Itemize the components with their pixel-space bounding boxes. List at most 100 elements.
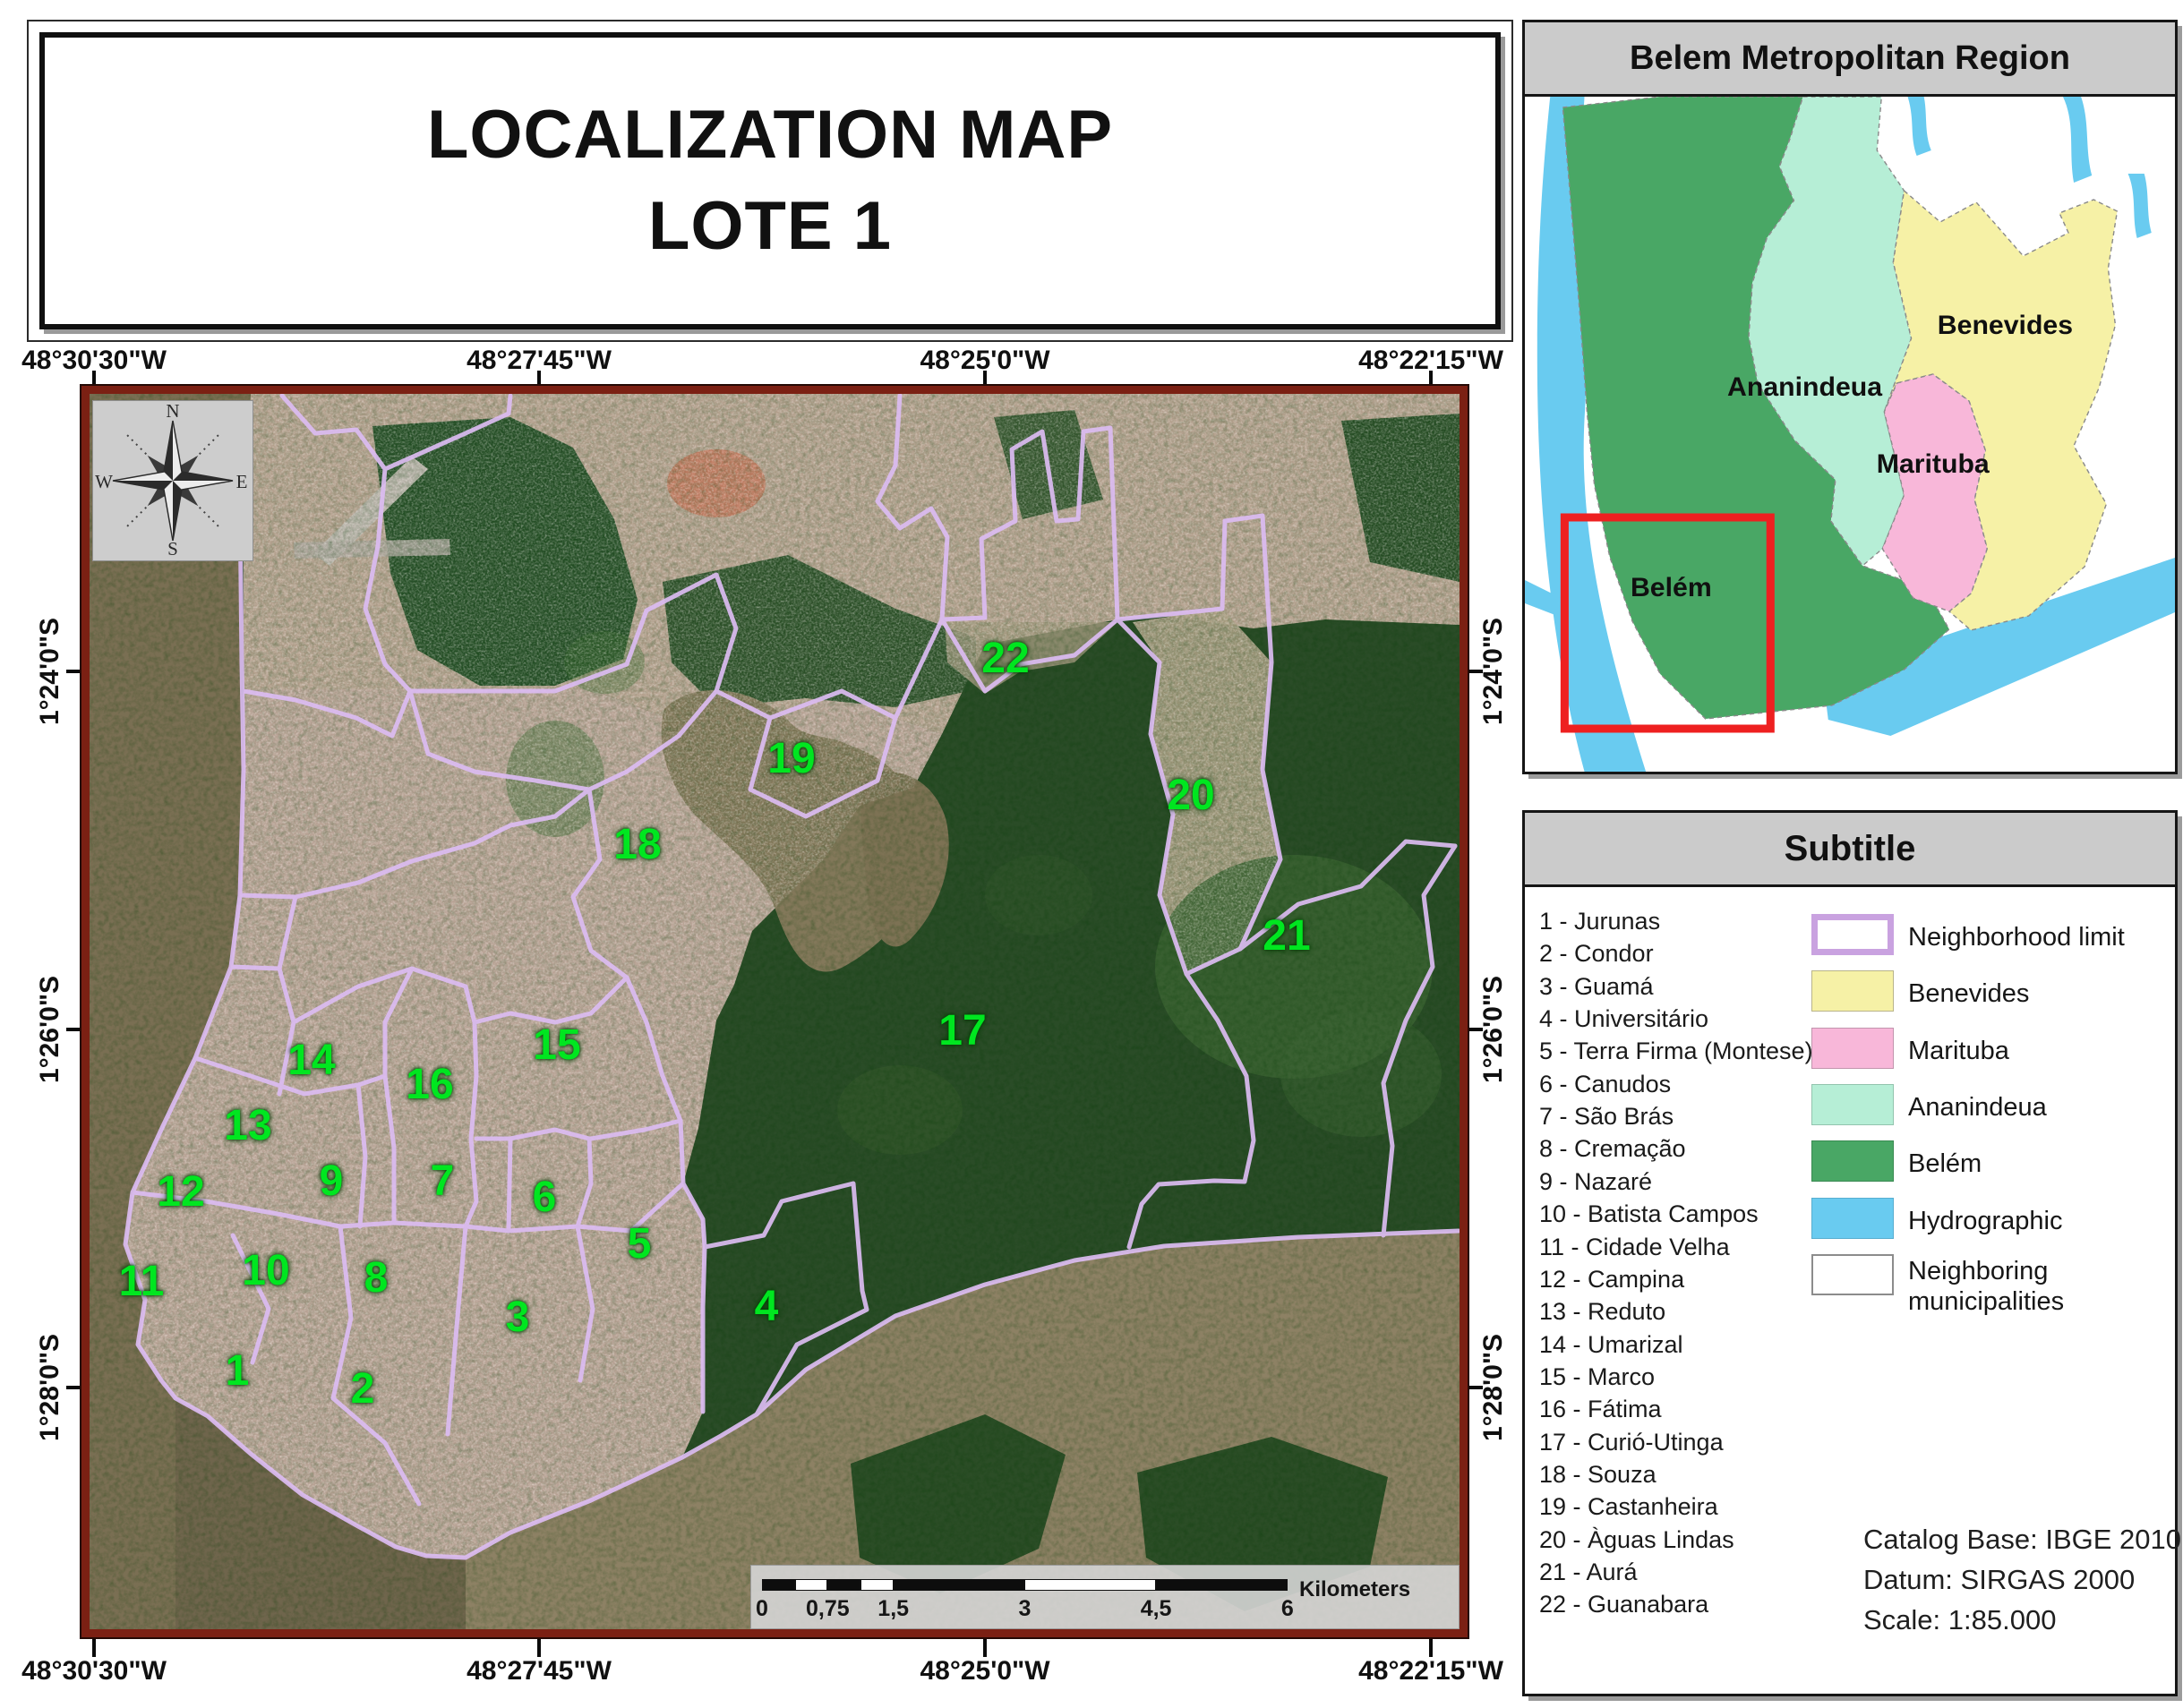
scalebar: 0 0,75 1,5 3 4,5 6 Kilometers bbox=[750, 1565, 1460, 1629]
compass-e-label: E bbox=[236, 471, 248, 492]
legend-item-label: Marituba bbox=[1908, 1036, 2170, 1066]
map-number: 16 bbox=[406, 1063, 453, 1106]
latitude-label-left: 1°24'0"S bbox=[37, 618, 64, 725]
scalebar-segment bbox=[1156, 1579, 1288, 1591]
subtitle-body: 1 - Jurunas2 - Condor3 - Guamá4 - Univer… bbox=[1525, 887, 2175, 1694]
subtitle-panel: Subtitle 1 - Jurunas2 - Condor3 - Guamá4… bbox=[1522, 810, 2178, 1696]
neighborhood-list-item: 7 - São Brás bbox=[1539, 1105, 1674, 1129]
legend-item-label: Neighborhood limit bbox=[1908, 922, 2170, 952]
map-number: 14 bbox=[287, 1039, 335, 1082]
compass-w-label: W bbox=[95, 471, 113, 492]
map-number: 5 bbox=[628, 1223, 652, 1266]
neighborhood-list-item: 11 - Cidade Velha bbox=[1539, 1235, 1730, 1260]
inset-region-label: Marituba bbox=[1877, 449, 1990, 479]
subtitle-header: Subtitle bbox=[1525, 813, 2175, 887]
neighborhood-list-item: 5 - Terra Firma (Montese) bbox=[1539, 1039, 1813, 1063]
inset-region-label: Benevides bbox=[1938, 311, 2073, 340]
terrain-noise-texture bbox=[90, 394, 1460, 1629]
satellite-map-frame bbox=[81, 386, 1468, 1637]
legend-item-label: Neighboring municipalities bbox=[1908, 1256, 2170, 1317]
longitude-label-bottom: 48°22'15"W bbox=[1358, 1658, 1503, 1685]
compass-box: N E S W bbox=[92, 400, 253, 561]
latitude-label-right: 1°28'0"S bbox=[1480, 1334, 1507, 1441]
datum-note: Datum: SIRGAS 2000 bbox=[1863, 1566, 2135, 1593]
neighborhood-list-item: 1 - Jurunas bbox=[1539, 910, 1660, 934]
map-number: 4 bbox=[755, 1285, 779, 1328]
map-number: 13 bbox=[224, 1105, 271, 1148]
map-title-inner-frame: LOCALIZATION MAP LOTE 1 bbox=[39, 32, 1501, 329]
latitude-tick bbox=[1465, 1028, 1483, 1031]
legend-item-label: Hydrographic bbox=[1908, 1206, 2170, 1236]
neighborhood-list-item: 17 - Curió-Utinga bbox=[1539, 1430, 1724, 1455]
map-number: 2 bbox=[351, 1368, 375, 1411]
compass-rose-icon: N E S W bbox=[93, 401, 253, 560]
inset-region-label: Ananindeua bbox=[1727, 372, 1882, 402]
inset-region-label: Belém bbox=[1631, 573, 1712, 602]
compass-n-label: N bbox=[166, 401, 179, 422]
scalebar-unit-label: Kilometers bbox=[1299, 1577, 1410, 1602]
latitude-label-left: 1°26'0"S bbox=[37, 976, 64, 1083]
legend-swatch bbox=[1811, 1140, 1894, 1182]
legend-swatch bbox=[1811, 1028, 1894, 1069]
neighborhood-list-item: 16 - Fátima bbox=[1539, 1397, 1662, 1422]
neighborhood-list-item: 20 - Àguas Lindas bbox=[1539, 1528, 1734, 1552]
scalebar-segment bbox=[860, 1579, 894, 1591]
legend-item-label: Ananindeua bbox=[1908, 1092, 2170, 1123]
neighborhood-list-item: 2 - Condor bbox=[1539, 942, 1654, 966]
scalebar-segment bbox=[795, 1579, 828, 1591]
neighborhood-list-item: 3 - Guamá bbox=[1539, 975, 1654, 999]
neighborhood-list-item: 14 - Umarizal bbox=[1539, 1333, 1683, 1357]
map-number: 12 bbox=[157, 1171, 204, 1214]
metropolitan-region-header: Belem Metropolitan Region bbox=[1525, 22, 2175, 97]
legend-item-label: Benevides bbox=[1908, 978, 2170, 1009]
longitude-tick bbox=[537, 1639, 541, 1657]
metro-inset-svg: Ananindeua Benevides Marituba Belém bbox=[1525, 97, 2175, 772]
compass-s-label: S bbox=[167, 538, 178, 559]
legend-swatch bbox=[1811, 914, 1894, 955]
latitude-label-left: 1°28'0"S bbox=[37, 1334, 64, 1441]
scalebar-segment bbox=[827, 1579, 860, 1591]
metropolitan-region-map: Ananindeua Benevides Marituba Belém bbox=[1525, 97, 2175, 772]
legend-swatch bbox=[1811, 1084, 1894, 1125]
page-title: LOCALIZATION MAP bbox=[427, 101, 1113, 169]
neighborhood-list-item: 19 - Castanheira bbox=[1539, 1495, 1718, 1519]
localization-map-page: LOCALIZATION MAP LOTE 1 48°30'30"W48°30'… bbox=[0, 0, 2183, 1708]
map-number: 19 bbox=[767, 738, 815, 781]
scalebar-tick-label: 3 bbox=[1018, 1598, 1031, 1620]
satellite-map bbox=[90, 394, 1460, 1629]
metropolitan-region-panel: Belem Metropolitan Region bbox=[1522, 20, 2178, 774]
neighborhood-list-item: 15 - Marco bbox=[1539, 1365, 1655, 1389]
latitude-label-right: 1°24'0"S bbox=[1480, 618, 1507, 725]
neighborhood-list-item: 12 - Campina bbox=[1539, 1268, 1684, 1292]
scalebar-tick-label: 4,5 bbox=[1141, 1598, 1172, 1620]
map-number: 22 bbox=[981, 637, 1029, 680]
neighborhood-list-item: 9 - Nazaré bbox=[1539, 1170, 1652, 1194]
legend-swatch bbox=[1811, 1254, 1894, 1295]
longitude-label-bottom: 48°27'45"W bbox=[467, 1658, 612, 1685]
longitude-tick bbox=[92, 1639, 96, 1657]
scalebar-tick-label: 0 bbox=[756, 1598, 768, 1620]
neighborhood-list-item: 18 - Souza bbox=[1539, 1463, 1657, 1487]
map-number: 9 bbox=[320, 1160, 344, 1203]
longitude-tick bbox=[1429, 1639, 1433, 1657]
catalog-base-note: Catalog Base: IBGE 2010 bbox=[1863, 1525, 2181, 1553]
map-number: 21 bbox=[1263, 915, 1310, 958]
map-number: 10 bbox=[242, 1250, 289, 1293]
latitude-tick bbox=[1465, 670, 1483, 673]
map-number: 15 bbox=[533, 1024, 580, 1067]
map-number: 17 bbox=[938, 1010, 986, 1053]
map-number: 18 bbox=[613, 824, 661, 867]
scalebar-segment bbox=[1024, 1579, 1156, 1591]
neighborhood-list-item: 22 - Guanabara bbox=[1539, 1593, 1708, 1617]
neighborhood-list-item: 10 - Batista Campos bbox=[1539, 1202, 1759, 1226]
map-number: 8 bbox=[364, 1257, 389, 1300]
scalebar-tick-label: 1,5 bbox=[877, 1598, 909, 1620]
neighborhood-list-item: 8 - Cremação bbox=[1539, 1137, 1686, 1161]
latitude-label-right: 1°26'0"S bbox=[1480, 976, 1507, 1083]
scalebar-tick-label: 0,75 bbox=[806, 1598, 850, 1620]
legend-item-label: Belém bbox=[1908, 1149, 2170, 1179]
neighborhood-list-item: 21 - Aurá bbox=[1539, 1560, 1638, 1584]
scalebar-segment bbox=[894, 1579, 1025, 1591]
page-subtitle: LOTE 1 bbox=[648, 192, 892, 260]
scalebar-tick-label: 6 bbox=[1281, 1598, 1294, 1620]
